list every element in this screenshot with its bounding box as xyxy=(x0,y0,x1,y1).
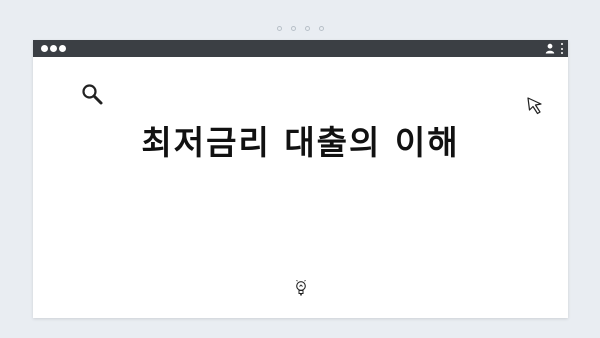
window-titlebar xyxy=(33,40,568,57)
pagination-dot xyxy=(276,26,282,31)
user-icon[interactable] xyxy=(545,43,555,54)
lightbulb-icon xyxy=(296,280,306,296)
pagination-dot xyxy=(304,26,310,31)
cursor-icon xyxy=(527,97,542,115)
window-control-dot[interactable] xyxy=(50,45,57,52)
pagination-dot xyxy=(318,26,324,31)
window-control-dot[interactable] xyxy=(41,45,48,52)
search-icon xyxy=(82,84,103,105)
pagination-dot xyxy=(290,26,296,31)
browser-window: 최저금리 대출의 이해 xyxy=(33,40,568,318)
pagination-dots xyxy=(0,26,600,31)
kebab-menu-icon[interactable] xyxy=(560,43,563,54)
page-title: 최저금리 대출의 이해 xyxy=(141,123,460,162)
window-control-dot[interactable] xyxy=(59,45,66,52)
canvas: 최저금리 대출의 이해 xyxy=(0,0,600,338)
